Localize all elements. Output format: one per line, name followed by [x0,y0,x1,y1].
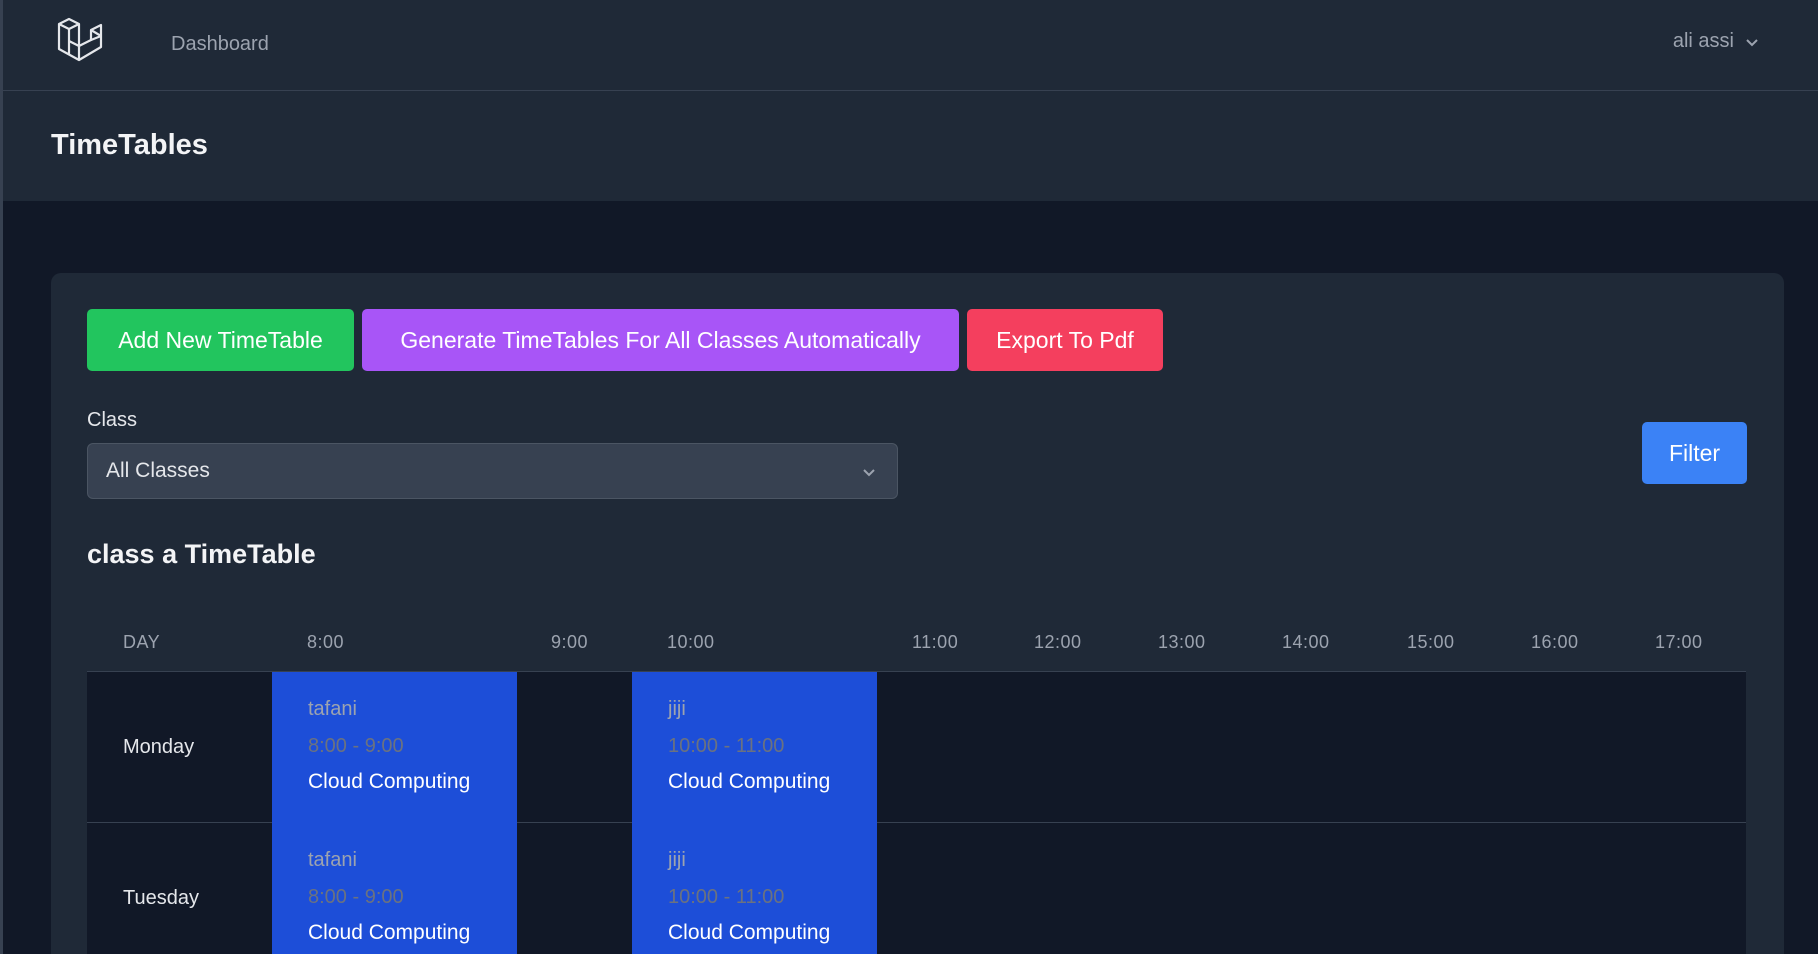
page: Dashboard ali assi TimeTables Add New Ti… [0,0,1818,954]
column-header-day: DAY [123,632,161,652]
slot-subject: Cloud Computing [308,770,471,793]
class-label: Class [87,409,138,431]
chevron-down-icon [863,469,875,477]
timetable-header: DAY 8:00 9:00 10:00 11:00 12:00 13:00 14… [87,608,1746,672]
action-buttons: Add New TimeTable Generate TimeTables Fo… [87,309,1163,371]
column-header-time: 17:00 [1655,632,1703,652]
column-header-time: 9:00 [551,632,589,652]
day-label: Monday [123,736,195,758]
column-header-time: 11:00 [912,632,959,652]
column-header-time: 16:00 [1531,632,1579,652]
table-row: Monday tafani 8:00 - 9:00 Cloud Computin… [87,672,1746,823]
user-menu[interactable]: ali assi [1673,30,1760,53]
column-header-time: 12:00 [1034,632,1082,652]
chevron-down-icon [1746,38,1758,46]
slot-subject: Cloud Computing [308,921,471,944]
add-timetable-button[interactable]: Add New TimeTable [87,309,354,371]
column-header-time: 10:00 [667,632,715,652]
top-nav: Dashboard ali assi [3,0,1818,91]
slot-subject: Cloud Computing [668,770,831,793]
column-header-time: 8:00 [307,632,345,652]
column-header-time: 13:00 [1158,632,1206,652]
timetable-slot[interactable]: jiji 10:00 - 11:00 Cloud Computing [632,672,877,823]
slot-time: 10:00 - 11:00 [668,735,785,757]
slot-teacher: jiji [668,849,686,871]
timetable-card: Add New TimeTable Generate TimeTables Fo… [51,273,1784,954]
export-pdf-button[interactable]: Export To Pdf [967,309,1163,371]
generate-timetables-button[interactable]: Generate TimeTables For All Classes Auto… [362,309,959,371]
laravel-logo-icon[interactable] [55,16,107,68]
slot-teacher: tafani [308,849,357,871]
timetable-slot[interactable]: tafani 8:00 - 9:00 Cloud Computing [272,672,517,823]
slot-time: 10:00 - 11:00 [668,886,785,908]
timetable-grid: DAY 8:00 9:00 10:00 11:00 12:00 13:00 14… [87,608,1746,954]
timetable-slot[interactable]: jiji 10:00 - 11:00 Cloud Computing [632,823,877,954]
slot-subject: Cloud Computing [668,921,831,944]
slot-time: 8:00 - 9:00 [308,886,404,908]
class-select-value: All Classes [106,459,210,482]
timetable-slot[interactable]: tafani 8:00 - 9:00 Cloud Computing [272,823,517,954]
slot-teacher: jiji [668,698,686,720]
slot-time: 8:00 - 9:00 [308,735,404,757]
class-select[interactable]: All Classes [87,443,898,499]
user-name: ali assi [1672,30,1734,52]
page-header: TimeTables [3,91,1818,201]
column-header-time: 14:00 [1282,632,1330,652]
slot-teacher: tafani [308,698,357,720]
table-row: Tuesday tafani 8:00 - 9:00 Cloud Computi… [87,823,1746,954]
page-title: TimeTables [51,129,208,161]
filter-button[interactable]: Filter [1642,422,1747,484]
nav-dashboard-link[interactable]: Dashboard [171,33,269,56]
day-label: Tuesday [123,887,199,909]
timetable-title: class a TimeTable [87,539,316,569]
column-header-time: 15:00 [1407,632,1455,652]
